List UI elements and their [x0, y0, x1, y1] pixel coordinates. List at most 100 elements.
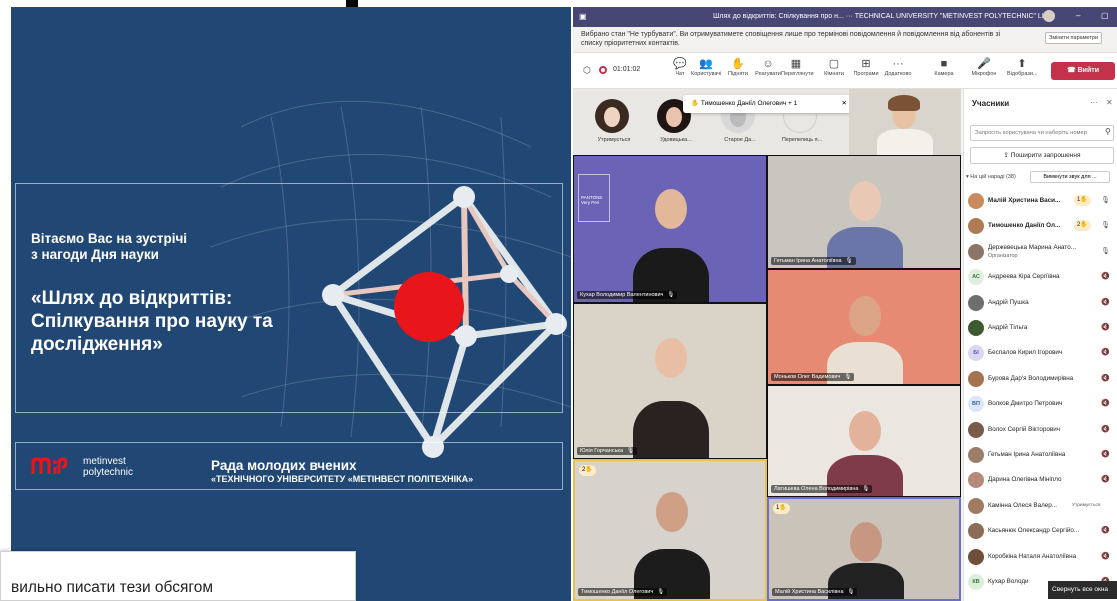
mic-muted-icon: 🔇 — [1101, 400, 1110, 408]
participant-row[interactable]: Андрій Пушка 🔇 — [968, 293, 1116, 315]
document-window[interactable]: вильно писати тези обсягом — [0, 551, 356, 601]
participant-avatar — [968, 548, 984, 565]
mute-all-button[interactable]: Вимкнути звук для ... — [1030, 171, 1110, 183]
toolbar-share-button[interactable]: ⬆ Відобрази... — [1007, 57, 1038, 77]
participant-row[interactable]: Малій Христина Васи... 1✋ 🎙 — [968, 191, 1116, 213]
participant-name: Латишева Олена Володимирівна — [774, 486, 859, 492]
participant-avatar — [968, 421, 984, 438]
video-tile[interactable]: Юлія Горчанська 🎙 — [573, 303, 767, 459]
participant-row[interactable]: Камінна Олеся Валер... Утримується — [968, 496, 1116, 518]
collapse-all-windows-tooltip[interactable]: Свернуть все окна — [1048, 581, 1117, 599]
mic-muted-icon: 🔇 — [1101, 476, 1110, 484]
recording-icon — [599, 66, 607, 74]
mic-muted-icon: 🔇 — [1101, 552, 1110, 560]
mic-icon: 🎙 — [1101, 222, 1110, 230]
participant-row[interactable]: Андрій Тільга 🔇 — [968, 318, 1116, 340]
video-tile[interactable]: Латишева Олена Володимирівна 🎙 — [767, 385, 961, 497]
in-meeting-toggle[interactable]: ▾ На цій нараді (38) — [966, 174, 1016, 180]
raised-hand-popup[interactable]: ✋ Тимошенко Даніїл Олегович + 1 ✕ — [683, 95, 853, 113]
rooms-icon: ▢ — [828, 58, 840, 70]
raised-hand-badge: 2✋ — [579, 465, 596, 476]
toolbar-raise-hand-button[interactable]: ✋ Підняти — [723, 57, 753, 77]
participant-avatar — [968, 193, 984, 209]
participant-name: Гетьман Ірина Анатоліївна — [988, 451, 1066, 458]
strip-avatar[interactable] — [595, 99, 629, 133]
toolbar-rooms-button[interactable]: ▢ Кімнати — [819, 57, 849, 77]
toolbar-mic-button[interactable]: 🎤 Мікрофон — [969, 57, 999, 77]
search-placeholder: Запросіть користувача чи наберіть номер — [975, 130, 1087, 136]
toolbar-label: Камера — [934, 71, 954, 77]
document-text: вильно писати тези обсягом — [11, 579, 213, 596]
video-tile[interactable]: 1✋ Малій Христина Василівна 🎙 — [767, 497, 961, 601]
participant-role: Організатор — [988, 252, 1018, 259]
participant-name-tag: Кухар Володимир Валентинович 🎙 — [577, 291, 678, 299]
video-tile[interactable]: PANTONE Very Peri Кухар Володимир Валентин… — [573, 155, 767, 303]
participant-avatar — [968, 472, 984, 489]
participant-name-tag: Тимошенко Даніїл Олегович 🎙 — [578, 588, 668, 596]
participant-row[interactable]: Бурова Дар'я Володимирівна 🔇 — [968, 369, 1116, 391]
search-icon[interactable]: ⚲ — [1105, 127, 1111, 136]
participant-row[interactable]: АС Андреева Кіра Сергіївна 🔇 — [968, 267, 1116, 289]
participant-row[interactable]: Гетьман Ірина Анатоліївна 🔇 — [968, 445, 1116, 467]
phone-icon: ☎ — [1066, 67, 1078, 74]
teams-icon: ▣ — [579, 12, 587, 21]
participant-row[interactable]: Волох Сергій Вікторович 🔇 — [968, 420, 1116, 442]
mic-muted-icon: 🔇 — [1101, 298, 1110, 306]
video-tile[interactable]: 2✋ Тимошенко Даніїл Олегович 🎙 — [573, 459, 767, 601]
person-face — [849, 181, 881, 222]
person-face — [849, 295, 881, 336]
search-input[interactable]: Запросіть користувача чи наберіть номер — [970, 125, 1114, 141]
hand-icon: ✋ — [691, 100, 701, 107]
strip-name: Утримується — [597, 137, 631, 143]
participant-avatar — [968, 447, 984, 463]
participant-name: Моньков Олег Вадимович — [774, 374, 841, 380]
mic-muted-icon: 🔇 — [1101, 425, 1110, 433]
close-panel-icon[interactable]: ✕ — [1106, 98, 1113, 107]
logo-text: metinvest polytechnic — [83, 456, 133, 478]
view-icon: ▦ — [790, 58, 802, 70]
participant-row[interactable]: Держевецька Марина Анато... Організатор 🎙 — [968, 242, 1116, 264]
strip-name: Старое Да... — [724, 137, 756, 143]
toolbar-apps-button[interactable]: ⊞ Програми — [851, 57, 881, 77]
maximize-icon[interactable]: ▢ — [1101, 11, 1109, 20]
toolbar-camera-button[interactable]: ■ Камера — [929, 57, 959, 77]
toolbar-people-button[interactable]: 👥 Користувачі — [691, 57, 721, 77]
strip-name: Удовицька... — [660, 137, 692, 143]
close-icon[interactable]: ✕ — [842, 95, 847, 113]
window-title: Шлях до відкриттів: Спілкування про н...… — [713, 13, 1051, 20]
more-options-icon[interactable]: ··· — [1090, 98, 1098, 107]
person-face — [655, 338, 687, 379]
participant-row[interactable]: ВП Волков Дмитро Петрович 🔇 — [968, 394, 1116, 416]
meeting-timer: 01:01:02 — [613, 66, 641, 73]
participant-avatar — [968, 370, 984, 387]
participant-name: Гетьман Ірина Анатоліївна — [774, 258, 842, 264]
participant-row[interactable]: БІ Беспалов Кирил Ігорович 🔇 — [968, 343, 1116, 365]
leave-button[interactable]: ☎ Вийти — [1051, 62, 1115, 80]
logo-line-1: metinvest — [83, 456, 126, 467]
video-tile[interactable]: Гетьман Ірина Анатоліївна 🎙 — [767, 155, 961, 269]
participant-row[interactable]: Дарина Олегівна Мініпло 🔇 — [968, 470, 1116, 492]
council-name: Рада молодих вчених — [211, 458, 357, 473]
mic-icon: 🎤 — [977, 58, 991, 70]
toolbar-more-button[interactable]: ··· Додатково — [883, 57, 913, 77]
teams-window: ▣ Шлях до відкриттів: Спілкування про н.… — [573, 7, 1117, 601]
toolbar-label: Додатково — [884, 71, 912, 77]
participant-row[interactable]: Касьянюк Олександр Сергійо... 🔇 — [968, 521, 1116, 543]
participant-name: Юлія Горчанська — [580, 448, 624, 454]
video-tile[interactable]: Моньков Олег Вадимович 🎙 — [767, 269, 961, 385]
participant-name: Дарина Олегівна Мініпло — [988, 476, 1062, 484]
share-invite-button[interactable]: ⇪ Поширити запрошення — [970, 147, 1114, 164]
change-settings-button[interactable]: Змінити параметри — [1045, 32, 1103, 44]
toolbar-react-button[interactable]: ☺ Реагувати — [753, 57, 783, 77]
profile-avatar[interactable] — [1043, 10, 1055, 22]
mic-muted-icon: 🎙 — [847, 589, 855, 595]
toolbar-view-button[interactable]: ▦ Переглянути — [781, 57, 814, 77]
minimize-icon[interactable]: – — [1076, 11, 1080, 20]
strip-name: Перепелиць я... — [781, 137, 823, 143]
participant-row[interactable]: Коробкіна Наталя Анатоліївна 🔇 — [968, 547, 1116, 569]
mic-muted-icon: 🎙 — [845, 258, 853, 264]
people-icon: 👥 — [699, 58, 713, 70]
greeting-line-1: Вітаємо Вас на зустрічі — [31, 231, 188, 246]
toolbar-label: Мікрофон — [971, 71, 997, 77]
participant-row[interactable]: Тимошенко Даніїл Ол... 2✋ 🎙 — [968, 216, 1116, 238]
